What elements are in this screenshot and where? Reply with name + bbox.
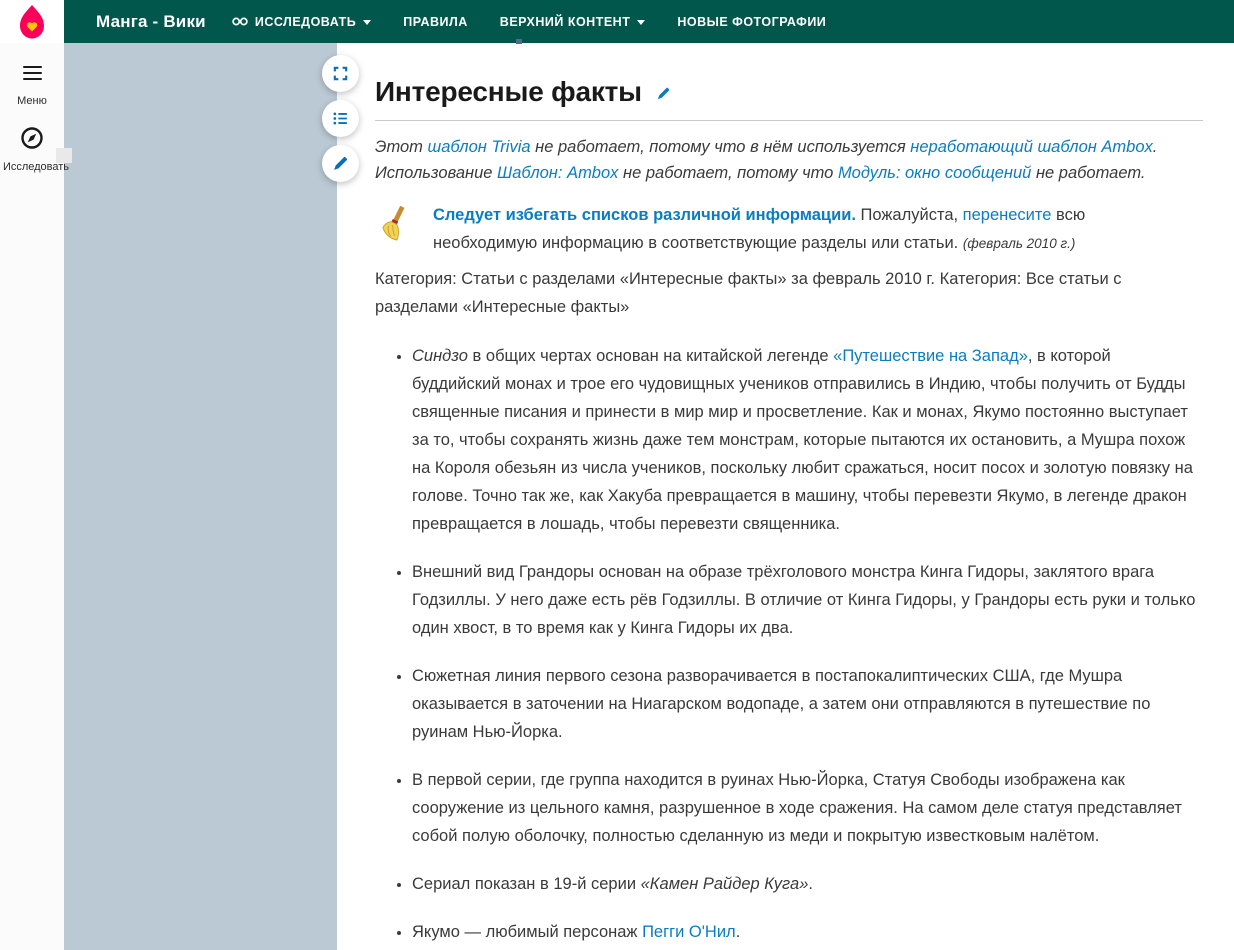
text-segment: . (1153, 138, 1158, 156)
inline-link[interactable]: Пегги О'Нил (642, 923, 736, 941)
contents-button[interactable] (322, 100, 359, 137)
nav-item-label: ВЕРХНИЙ КОНТЕНТ (500, 15, 631, 29)
text-segment: не работает, потому что в нём использует… (531, 138, 911, 156)
explore-goggles-icon (232, 16, 248, 27)
nav-item-new-photos[interactable]: НОВЫЕ ФОТОГРАФИИ (677, 15, 826, 29)
menu-label: Меню (0, 95, 64, 107)
inline-link[interactable]: перенесите (963, 206, 1052, 224)
flame-logo-icon (15, 4, 49, 40)
nav-item-label: ПРАВИЛА (403, 15, 468, 29)
edit-button[interactable] (322, 145, 359, 182)
sidebar-item-explore[interactable]: Исследовать (0, 126, 64, 173)
trivia-item: Сериал показан в 19-й серии «Камен Райде… (412, 870, 1203, 898)
left-rail: Меню Исследовать (0, 0, 64, 950)
fandom-logo[interactable] (0, 0, 64, 43)
trivia-item: Якумо — любимый персонаж Пегги О'Нил. (412, 918, 1203, 946)
inline-link[interactable]: Модуль: окно сообщений (838, 164, 1031, 182)
fullscreen-icon (332, 65, 349, 82)
text-segment: (февраль 2010 г.) (963, 236, 1076, 251)
text-segment: не работает, потому что (618, 164, 838, 182)
template-error-line: Этот шаблон Trivia не работает, потому ч… (375, 134, 1203, 160)
compass-icon (20, 126, 44, 150)
inline-link[interactable]: Шаблон: Ambox (497, 164, 618, 182)
header-nav: ИССЛЕДОВАТЬ ПРАВИЛА ВЕРХНИЙ КОНТЕНТ НОВЫ… (232, 15, 826, 29)
trivia-item: Синдзо в общих чертах основан на китайск… (412, 342, 1203, 538)
article-tools (322, 55, 359, 190)
category-links-text: Категория: Статьи с разделами «Интересны… (375, 265, 1203, 321)
text-segment: . (808, 875, 813, 893)
toc-list-icon (332, 110, 349, 127)
cleanup-notice-text: Следует избегать списков различной инфор… (433, 201, 1090, 258)
community-header: Манга - Вики ИССЛЕДОВАТЬ ПРАВИЛА ВЕРХНИЙ… (64, 0, 1234, 43)
inline-link[interactable]: шаблон Trivia (428, 138, 531, 156)
page-side-background (64, 43, 337, 950)
chevron-down-icon (363, 20, 371, 25)
inline-link[interactable]: неработающий шаблон Ambox (910, 138, 1152, 156)
text-segment: Этот (375, 138, 428, 156)
article-content-area: Интересные факты Этот шаблон Trivia не р… (337, 43, 1234, 950)
sidebar-item-menu[interactable]: Меню (0, 62, 64, 107)
inline-link[interactable]: «Путешествие на Запад» (833, 347, 1028, 365)
text-segment: В первой серии, где группа находится в р… (412, 771, 1182, 845)
text-segment: Якумо — любимый персонаж (412, 923, 642, 941)
trivia-item: Сюжетная линия первого сезона разворачив… (412, 662, 1203, 746)
partial-scrolled-element (516, 39, 522, 44)
text-segment: Сериал показан в 19-й серии (412, 875, 641, 893)
label-clip-overlay (56, 148, 72, 163)
inline-link[interactable]: Следует избегать списков различной инфор… (433, 206, 856, 224)
broom-icon (381, 204, 411, 246)
cleanup-notice: Следует избегать списков различной инфор… (375, 201, 1203, 258)
text-segment: не работает. (1031, 164, 1145, 182)
text-segment: Использование (375, 164, 497, 182)
nav-item-label: НОВЫЕ ФОТОГРАФИИ (677, 15, 826, 29)
template-error-line: Использование Шаблон: Ambox не работает,… (375, 160, 1203, 186)
section-edit-button[interactable] (656, 86, 671, 101)
wiki-title-link[interactable]: Манга - Вики (96, 12, 206, 32)
trivia-item: Внешний вид Грандоры основан на образе т… (412, 558, 1203, 642)
nav-item-label: ИССЛЕДОВАТЬ (255, 15, 356, 29)
trivia-list: Синдзо в общих чертах основан на китайск… (375, 342, 1203, 946)
nav-item-explore[interactable]: ИССЛЕДОВАТЬ (232, 15, 371, 29)
text-segment: , в которой буддийский монах и трое его … (412, 347, 1193, 533)
text-segment: . (736, 923, 741, 941)
text-segment: «Камен Райдер Куга» (641, 875, 809, 893)
text-segment: Пожалуйста, (856, 206, 963, 224)
fullscreen-button[interactable] (322, 55, 359, 92)
chevron-down-icon (637, 20, 645, 25)
nav-item-top-content[interactable]: ВЕРХНИЙ КОНТЕНТ (500, 15, 646, 29)
text-segment: Сюжетная линия первого сезона разворачив… (412, 667, 1150, 741)
text-segment: в общих чертах основан на китайской леге… (468, 347, 833, 365)
nav-item-rules[interactable]: ПРАВИЛА (403, 15, 468, 29)
edit-pencil-icon (656, 86, 671, 101)
page-title: Интересные факты (375, 76, 1203, 108)
heading-divider (375, 120, 1203, 121)
trivia-item: В первой серии, где группа находится в р… (412, 766, 1203, 850)
text-segment: Внешний вид Грандоры основан на образе т… (412, 563, 1195, 637)
hamburger-icon (23, 62, 42, 84)
text-segment: Синдзо (412, 347, 468, 365)
pencil-icon (332, 155, 349, 172)
